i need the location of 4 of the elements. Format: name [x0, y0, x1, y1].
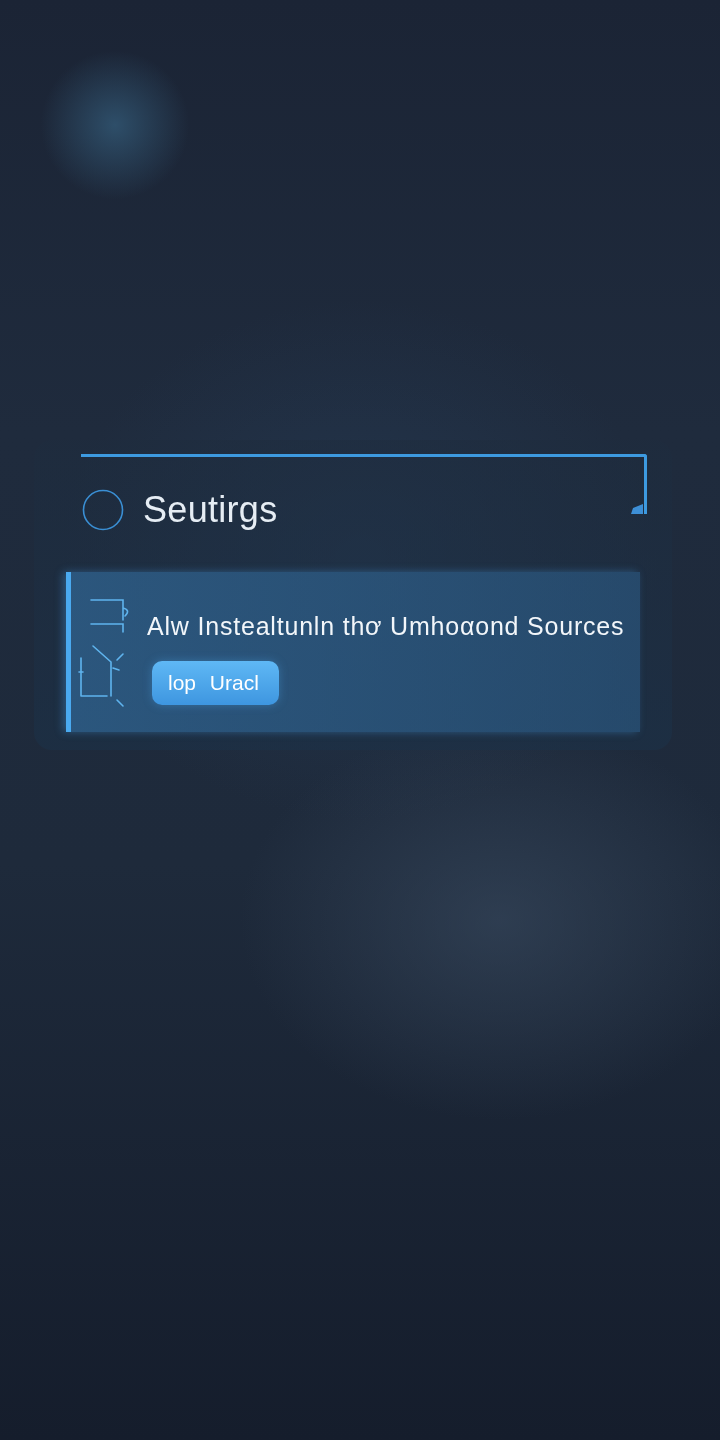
circle-icon: [82, 489, 124, 531]
setting-row[interactable]: Alw Instealtunln thơ Umhoαond Sources lop Uracl: [66, 572, 640, 732]
setting-label: Alw Instealtunln thơ Umhoαond Sources: [147, 611, 625, 641]
settings-title: Seutirgs: [143, 489, 278, 531]
